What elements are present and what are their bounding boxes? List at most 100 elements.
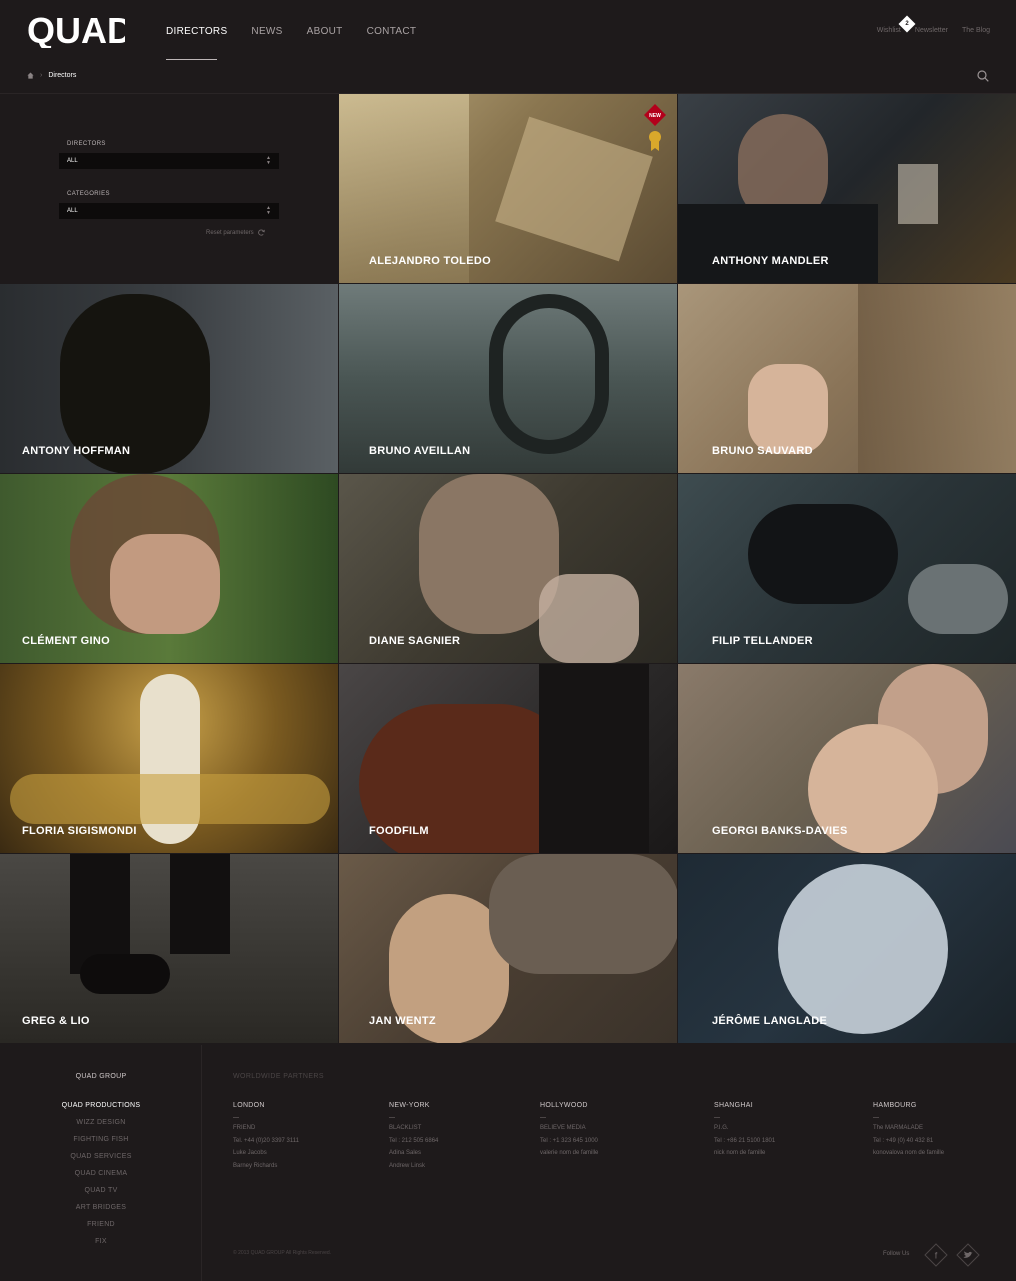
- tile-image-grinder: [539, 664, 649, 853]
- director-name: DIANE SAGNIER: [369, 635, 461, 647]
- partner-contact: Luke Jacobs: [233, 1150, 267, 1156]
- twitter-icon[interactable]: [956, 1243, 980, 1267]
- wishlist-link[interactable]: Wishlist 2: [876, 15, 916, 34]
- nav-contact[interactable]: CONTACT: [367, 26, 417, 37]
- newsletter-link[interactable]: Newsletter: [915, 27, 948, 34]
- companies-list: QUAD PRODUCTIONS WIZZ DESIGN FIGHTING FI…: [0, 1102, 202, 1255]
- directors-filter-label: DIRECTORS: [67, 141, 106, 147]
- company-link[interactable]: QUAD SERVICES: [0, 1153, 202, 1170]
- partner-hollywood: HOLLYWOOD BELIEVE MEDIA Tel : +1 323 645…: [540, 1102, 598, 1163]
- partner-contact: Adina Sales: [389, 1150, 422, 1156]
- nav-about[interactable]: ABOUT: [307, 26, 343, 37]
- company-link[interactable]: WIZZ DESIGN: [0, 1119, 202, 1136]
- wishlist-label: Wishlist: [876, 27, 901, 34]
- director-name: FILIP TELLANDER: [712, 635, 813, 647]
- company-link[interactable]: FRIEND: [0, 1221, 202, 1238]
- utility-links: Wishlist 2 Newsletter The Blog: [876, 15, 990, 34]
- director-name: ANTONY HOFFMAN: [22, 445, 131, 457]
- director-tile[interactable]: CLÉMENT GINO: [0, 474, 338, 663]
- footer: QUAD GROUP QUAD PRODUCTIONS WIZZ DESIGN …: [0, 1045, 1016, 1281]
- filter-panel: DIRECTORS ALL ▲ ▼ CATEGORIES ALL ▲ ▼ Reset…: [0, 94, 338, 283]
- company-link[interactable]: QUAD CINEMA: [0, 1170, 202, 1187]
- director-tile[interactable]: JÉRÔME LANGLADE: [678, 854, 1016, 1043]
- company-link[interactable]: QUAD PRODUCTIONS: [0, 1102, 202, 1119]
- director-tile[interactable]: JAN WENTZ: [339, 854, 677, 1043]
- director-name: ANTHONY MANDLER: [712, 255, 829, 267]
- company-link[interactable]: FIX: [0, 1238, 202, 1255]
- partner-contact: Andrew Linsk: [389, 1162, 426, 1169]
- quad-logo[interactable]: QUAD: [27, 12, 125, 48]
- tile-image-shoe: [80, 954, 170, 994]
- directors-select[interactable]: ALL ▲ ▼: [59, 153, 279, 169]
- facebook-icon[interactable]: f: [924, 1243, 948, 1267]
- director-name: GREG & LIO: [22, 1015, 90, 1027]
- partner-phone: Tel. +44 (0)20 3397 3111: [233, 1137, 299, 1144]
- company-link[interactable]: ART BRIDGES: [0, 1204, 202, 1221]
- reset-label: Reset parameters: [206, 229, 254, 236]
- director-tile[interactable]: ANTHONY MANDLER: [678, 94, 1016, 283]
- partner-new-york: NEW-YORK BLACKLIST Tel : 212 505 6864 Ad…: [389, 1102, 438, 1175]
- director-tile[interactable]: DIANE SAGNIER: [339, 474, 677, 663]
- tile-image-leg: [170, 854, 230, 954]
- city-name: HOLLYWOOD: [540, 1102, 588, 1109]
- partner-london: LONDON FRIEND Tel. +44 (0)20 3397 3111 L…: [233, 1102, 299, 1175]
- partner-company[interactable]: BELIEVE MEDIA: [540, 1125, 598, 1138]
- director-name: BRUNO AVEILLAN: [369, 445, 471, 457]
- tile-image-hand: [110, 534, 220, 634]
- tile-image-glass: [898, 164, 938, 224]
- home-icon[interactable]: [27, 72, 34, 79]
- partner-contact: konovalova nom de famille: [873, 1150, 945, 1156]
- tile-image-black-horse: [748, 504, 898, 604]
- partner-phone: Tel : +86 21 5100 1801: [714, 1137, 776, 1144]
- partner-phone: Tel : +1 323 645 1000: [540, 1137, 598, 1144]
- director-tile[interactable]: ANTONY HOFFMAN: [0, 284, 338, 473]
- company-link[interactable]: FIGHTING FISH: [0, 1136, 202, 1153]
- partner-company[interactable]: FRIEND: [233, 1125, 299, 1138]
- city-divider: [233, 1117, 239, 1118]
- nav-active-underline: [166, 59, 217, 60]
- director-name: FLORIA SIGISMONDI: [22, 825, 137, 837]
- refresh-icon: [257, 229, 265, 236]
- director-tile[interactable]: BRUNO SAUVARD: [678, 284, 1016, 473]
- director-name: ALEJANDRO TOLEDO: [369, 255, 491, 267]
- select-arrows-icon: ▲ ▼: [266, 205, 271, 216]
- partner-company[interactable]: P.I.G.: [714, 1125, 775, 1138]
- header: QUAD DIRECTORS NEWS ABOUT CONTACT Wishli…: [0, 0, 1016, 62]
- partner-company[interactable]: BLACKLIST: [389, 1125, 438, 1138]
- partner-phone: Tel : +49 (0) 40 432 81: [873, 1137, 934, 1144]
- follow-us-label: Follow Us: [883, 1251, 910, 1257]
- tile-image-golden-fabric: [10, 774, 330, 824]
- director-tile[interactable]: NEW ALEJANDRO TOLEDO: [339, 94, 677, 283]
- city-divider: [873, 1117, 879, 1118]
- tile-image-man: [489, 854, 677, 974]
- new-badge-icon: NEW: [644, 104, 666, 126]
- categories-select[interactable]: ALL ▲ ▼: [59, 203, 279, 219]
- partner-hambourg: HAMBOURG The MARMALADE Tel : +49 (0) 40 …: [873, 1102, 944, 1163]
- tile-image-banner: [495, 116, 653, 262]
- tile-image-painted-face: [419, 474, 559, 634]
- director-tile[interactable]: BRUNO AVEILLAN: [339, 284, 677, 473]
- director-tile[interactable]: FLORIA SIGISMONDI: [0, 664, 338, 853]
- partner-contact: nick nom de famille: [714, 1150, 766, 1156]
- blog-link[interactable]: The Blog: [962, 27, 990, 34]
- nav-directors[interactable]: DIRECTORS: [166, 26, 227, 37]
- city-divider: [714, 1117, 720, 1118]
- tile-image-hands: [748, 364, 828, 454]
- director-tile[interactable]: FILIP TELLANDER: [678, 474, 1016, 663]
- city-divider: [540, 1117, 546, 1118]
- company-link[interactable]: QUAD TV: [0, 1187, 202, 1204]
- director-tile[interactable]: GREG & LIO: [0, 854, 338, 1043]
- director-name: FOODFILM: [369, 825, 429, 837]
- svg-text:NEW: NEW: [649, 113, 661, 119]
- nav-news[interactable]: NEWS: [251, 26, 282, 37]
- city-name: LONDON: [233, 1102, 265, 1109]
- director-tile[interactable]: FOODFILM: [339, 664, 677, 853]
- director-tile[interactable]: GEORGI BANKS-DAVIES: [678, 664, 1016, 853]
- reset-parameters-link[interactable]: Reset parameters: [206, 229, 265, 236]
- partner-shanghai: SHANGHAI P.I.G. Tel : +86 21 5100 1801 n…: [714, 1102, 775, 1163]
- city-name: SHANGHAI: [714, 1102, 753, 1109]
- svg-text:QUAD: QUAD: [27, 12, 125, 48]
- breadcrumb: › Directors: [27, 72, 76, 79]
- search-icon[interactable]: [977, 70, 989, 82]
- partner-company[interactable]: The MARMALADE: [873, 1125, 944, 1138]
